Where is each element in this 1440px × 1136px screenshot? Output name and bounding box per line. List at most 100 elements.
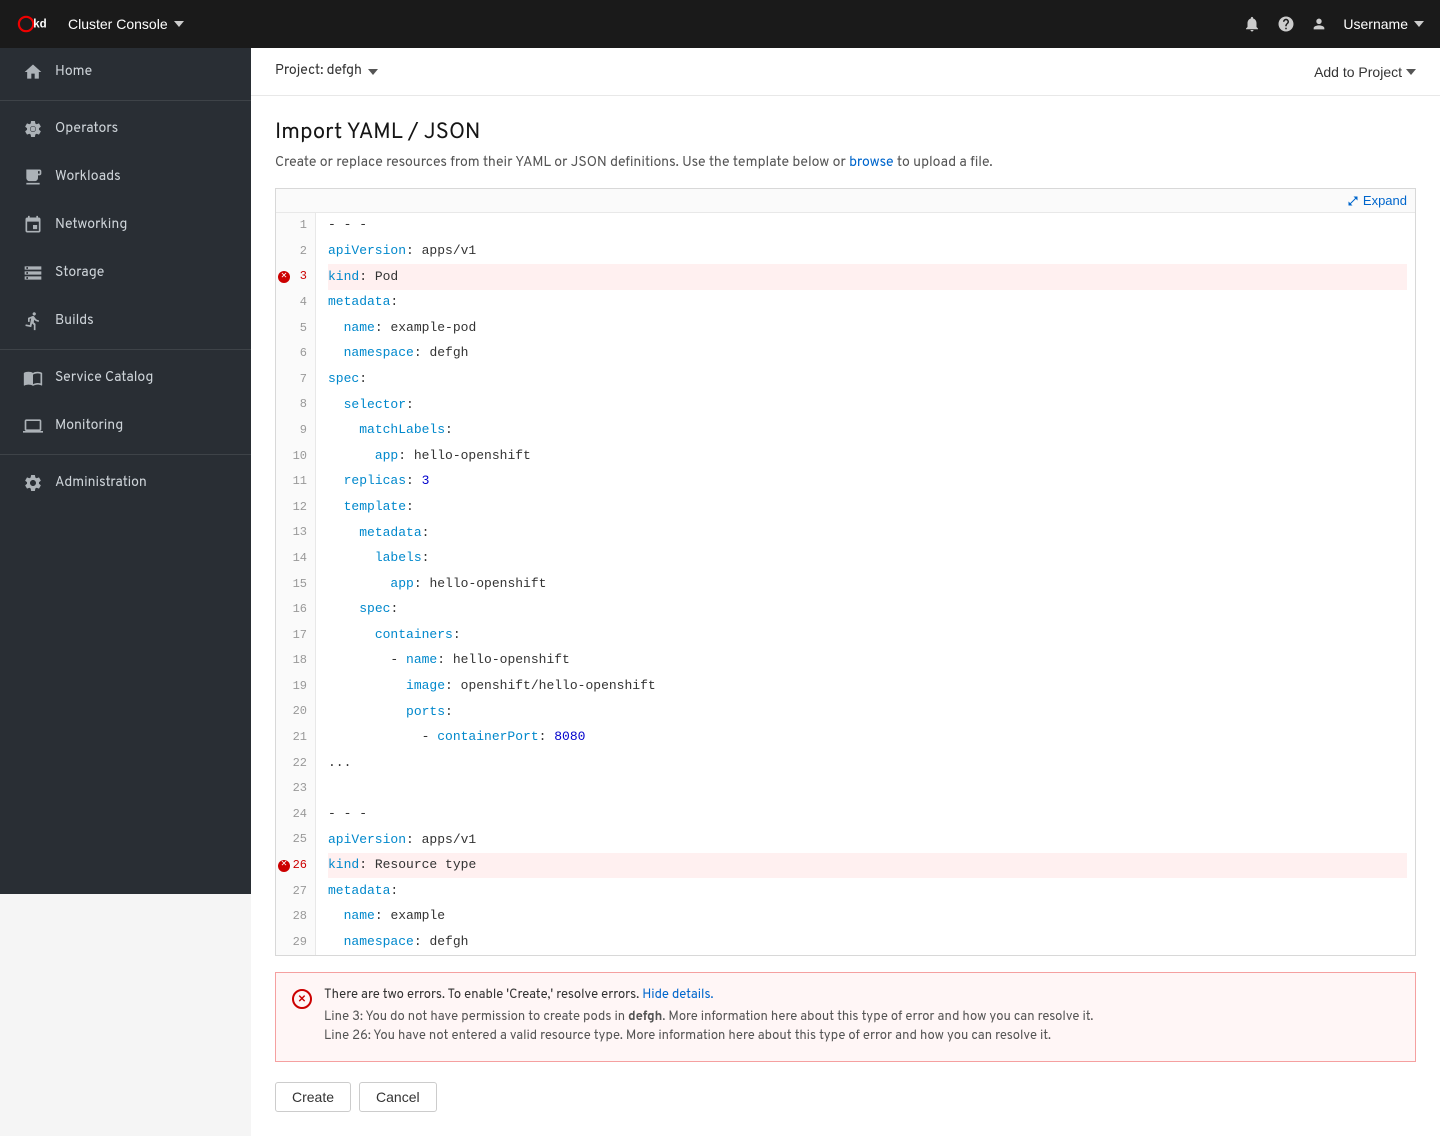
project-selector[interactable]: Project: defgh bbox=[275, 63, 378, 80]
line-num-29: 29 bbox=[276, 930, 315, 956]
line-num-20: 20 bbox=[276, 699, 315, 725]
code-line-14: labels: bbox=[328, 546, 1407, 572]
help-icon[interactable] bbox=[1277, 15, 1295, 33]
error1-suffix: . More information here about this type … bbox=[662, 1009, 1093, 1025]
code-line-10: app: hello-openshift bbox=[328, 443, 1407, 469]
cluster-console-button[interactable]: Cluster Console bbox=[68, 16, 184, 32]
code-line-18: - name: hello-openshift bbox=[328, 648, 1407, 674]
logo: kd bbox=[16, 10, 52, 38]
line-num-17: 17 bbox=[276, 623, 315, 649]
code-area[interactable]: 1 2 3 4 5 6 7 8 9 10 11 12 13 14 15 bbox=[276, 213, 1415, 955]
description-suffix: to upload a file. bbox=[897, 155, 993, 172]
sidebar-item-workloads[interactable]: Workloads bbox=[0, 153, 251, 201]
code-line-19: image: openshift/hello-openshift bbox=[328, 674, 1407, 700]
code-line-22: ... bbox=[328, 750, 1407, 776]
project-label: Project: defgh bbox=[275, 63, 362, 80]
line-num-22: 22 bbox=[276, 750, 315, 776]
add-to-project-label: Add to Project bbox=[1314, 64, 1402, 80]
line-num-13: 13 bbox=[276, 520, 315, 546]
sidebar-item-networking[interactable]: Networking bbox=[0, 201, 251, 249]
sidebar-item-label: Storage bbox=[55, 265, 104, 282]
administration-icon bbox=[23, 473, 43, 493]
code-line-15: app: hello-openshift bbox=[328, 571, 1407, 597]
description-prefix: Create or replace resources from their Y… bbox=[275, 155, 846, 172]
code-line-9: matchLabels: bbox=[328, 418, 1407, 444]
line-num-5: 5 bbox=[276, 315, 315, 341]
editor-toolbar: Expand bbox=[276, 189, 1415, 213]
code-line-8: selector: bbox=[328, 392, 1407, 418]
code-lines[interactable]: - - - apiVersion: apps/v1 kind: Pod meta… bbox=[316, 213, 1415, 955]
page-description: Create or replace resources from their Y… bbox=[275, 155, 1416, 172]
sidebar-item-label: Networking bbox=[55, 217, 127, 234]
line-num-25: 25 bbox=[276, 827, 315, 853]
line-num-11: 11 bbox=[276, 469, 315, 495]
error1-bold: defgh bbox=[628, 1009, 662, 1025]
line-num-3: 3 bbox=[276, 264, 315, 290]
sidebar-item-home[interactable]: Home bbox=[0, 48, 251, 96]
code-line-21: - containerPort: 8080 bbox=[328, 725, 1407, 751]
svg-text:kd: kd bbox=[33, 19, 46, 31]
sidebar-item-service-catalog[interactable]: Service Catalog bbox=[0, 354, 251, 402]
code-line-6: namespace: defgh bbox=[328, 341, 1407, 367]
sidebar-item-administration[interactable]: Administration bbox=[0, 459, 251, 507]
browse-link[interactable]: browse bbox=[849, 155, 893, 172]
line-num-23: 23 bbox=[276, 776, 315, 802]
line-num-10: 10 bbox=[276, 443, 315, 469]
catalog-icon bbox=[23, 368, 43, 388]
code-line-29: namespace: defgh bbox=[328, 930, 1407, 956]
page-body: Import YAML / JSON Create or replace res… bbox=[251, 96, 1440, 1136]
create-button[interactable]: Create bbox=[275, 1082, 351, 1112]
cluster-console-label: Cluster Console bbox=[68, 16, 168, 32]
error-detail-1: Line 3: You do not have permission to cr… bbox=[324, 1009, 1093, 1025]
page-title: Import YAML / JSON bbox=[275, 120, 1416, 147]
sidebar-item-builds[interactable]: Builds bbox=[0, 297, 251, 345]
sidebar-item-operators[interactable]: Operators bbox=[0, 105, 251, 153]
code-line-23 bbox=[328, 776, 1407, 802]
code-line-4: metadata: bbox=[328, 290, 1407, 316]
error-main-text: There are two errors. To enable 'Create,… bbox=[324, 987, 639, 1003]
error-icon bbox=[292, 989, 312, 1009]
code-line-20: ports: bbox=[328, 699, 1407, 725]
sidebar-item-label: Builds bbox=[55, 313, 94, 330]
builds-icon bbox=[23, 311, 43, 331]
code-line-11: replicas: 3 bbox=[328, 469, 1407, 495]
user-label: Username bbox=[1343, 16, 1408, 32]
storage-icon bbox=[23, 263, 43, 283]
expand-label: Expand bbox=[1363, 193, 1407, 208]
line-num-18: 18 bbox=[276, 648, 315, 674]
notification-icon[interactable] bbox=[1243, 15, 1261, 33]
action-buttons: Create Cancel bbox=[275, 1082, 1416, 1112]
expand-button[interactable]: Expand bbox=[1347, 193, 1407, 208]
sidebar-item-storage[interactable]: Storage bbox=[0, 249, 251, 297]
code-line-3: kind: Pod bbox=[328, 264, 1407, 290]
code-line-16: spec: bbox=[328, 597, 1407, 623]
code-line-28: name: example bbox=[328, 904, 1407, 930]
error-text: There are two errors. To enable 'Create,… bbox=[324, 987, 1093, 1047]
line-num-26: 26 bbox=[276, 853, 315, 879]
error1-prefix: Line 3: You do not have permission to cr… bbox=[324, 1009, 628, 1025]
line-num-21: 21 bbox=[276, 725, 315, 751]
line-num-15: 15 bbox=[276, 571, 315, 597]
line-numbers: 1 2 3 4 5 6 7 8 9 10 11 12 13 14 15 bbox=[276, 213, 316, 955]
sidebar-item-label: Home bbox=[55, 64, 92, 81]
code-line-5: name: example-pod bbox=[328, 315, 1407, 341]
hide-details-link[interactable]: Hide details. bbox=[642, 987, 713, 1003]
line-num-12: 12 bbox=[276, 495, 315, 521]
code-line-25: apiVersion: apps/v1 bbox=[328, 827, 1407, 853]
add-to-project-button[interactable]: Add to Project bbox=[1314, 64, 1416, 80]
line-num-28: 28 bbox=[276, 904, 315, 930]
error-detail-2: Line 26: You have not entered a valid re… bbox=[324, 1028, 1093, 1044]
sidebar-item-label: Workloads bbox=[55, 169, 121, 186]
sidebar: Home Operators Workloads Networking Stor… bbox=[0, 48, 251, 894]
line-num-6: 6 bbox=[276, 341, 315, 367]
monitoring-icon bbox=[23, 416, 43, 436]
line-num-7: 7 bbox=[276, 367, 315, 393]
code-line-13: metadata: bbox=[328, 520, 1407, 546]
cancel-button[interactable]: Cancel bbox=[359, 1082, 437, 1112]
user-menu-button[interactable]: Username bbox=[1343, 16, 1424, 32]
sidebar-item-label: Administration bbox=[55, 475, 147, 492]
code-line-7: spec: bbox=[328, 367, 1407, 393]
nav-right: Username bbox=[1243, 15, 1424, 33]
sidebar-item-monitoring[interactable]: Monitoring bbox=[0, 402, 251, 450]
code-line-27: metadata: bbox=[328, 878, 1407, 904]
